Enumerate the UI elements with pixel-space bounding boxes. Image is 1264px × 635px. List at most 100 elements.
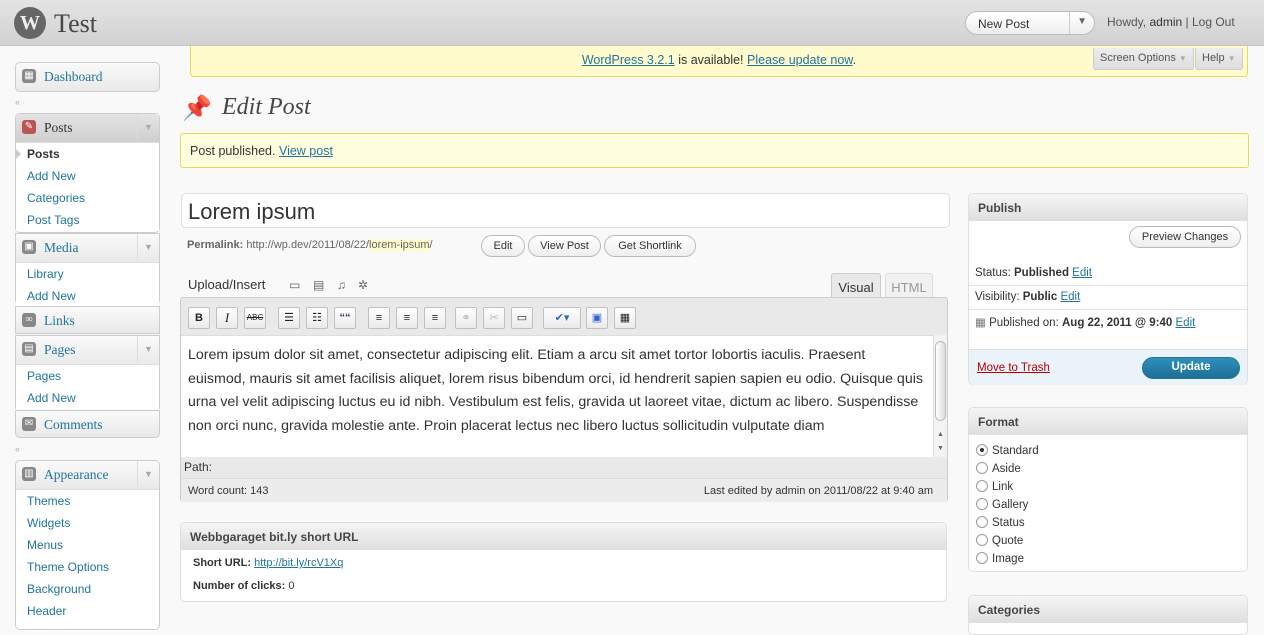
separator-arrow-icon[interactable]: « [15,444,20,454]
post-title-input[interactable]: Lorem ipsum [181,193,950,228]
format-option-standard[interactable]: Standard [976,444,1039,457]
insert-link-icon[interactable]: ⚭ [455,307,477,329]
help-button[interactable]: Help ▼ [1195,48,1243,70]
more-tag-icon[interactable]: ▭ [511,307,533,329]
editor-scrollbar[interactable]: ▲ ▼ [933,335,947,457]
wordpress-logo-icon[interactable]: W [14,7,46,39]
submenu-post-tags[interactable]: Post Tags [16,209,159,231]
chevron-down-icon[interactable]: ▼ [137,234,159,260]
screen-options-label[interactable]: Screen Options [1100,52,1176,64]
submenu-add-new-media[interactable]: Add New [16,285,159,307]
bullet-list-icon[interactable]: ☰ [278,307,300,329]
menu-media-label[interactable]: Media [44,240,79,255]
update-button[interactable]: Update [1142,357,1240,379]
radio-icon[interactable] [976,516,988,528]
bold-button[interactable]: B [188,307,210,329]
categories-box-title[interactable]: Categories [969,596,1247,623]
version-link[interactable]: WordPress 3.2.1 [582,53,675,67]
add-video-icon[interactable]: ▤ [313,278,327,292]
format-option-quote[interactable]: Quote [976,534,1023,547]
align-center-icon[interactable]: ≡ [396,307,418,329]
submenu-widgets[interactable]: Widgets [16,512,159,534]
chevron-down-icon[interactable]: ▼ [137,336,159,362]
chevron-down-icon[interactable]: ▼ [137,461,159,487]
scroll-up-icon[interactable]: ▲ [937,431,944,438]
get-shortlink-button[interactable]: Get Shortlink [604,235,696,257]
menu-dashboard-label[interactable]: Dashboard [44,69,102,84]
kitchen-sink-icon[interactable]: ▦ [614,307,636,329]
edit-date-link[interactable]: Edit [1176,317,1196,329]
submenu-library[interactable]: Library [16,263,159,285]
format-option-image[interactable]: Image [976,552,1024,565]
submenu-menus[interactable]: Menus [16,534,159,556]
view-post-link[interactable]: View post [279,144,333,158]
fullscreen-icon[interactable]: ▣ [586,307,608,329]
radio-icon[interactable] [976,552,988,564]
submenu-categories[interactable]: Categories [16,187,159,209]
submenu-add-new-post[interactable]: Add New [16,165,159,187]
strikethrough-button[interactable]: ABC [244,307,266,329]
format-option-status[interactable]: Status [976,516,1025,529]
menu-links-label[interactable]: Links [44,313,75,328]
align-left-icon[interactable]: ≡ [368,307,390,329]
submenu-themes[interactable]: Themes [16,490,159,512]
help-label[interactable]: Help [1202,52,1225,64]
format-option-gallery[interactable]: Gallery [976,498,1028,511]
align-right-icon[interactable]: ≡ [424,307,446,329]
move-to-trash-link[interactable]: Move to Trash [977,362,1050,374]
submenu-header[interactable]: Header [16,600,159,622]
tab-visual[interactable]: Visual [831,273,881,298]
tab-html[interactable]: HTML [885,273,933,298]
edit-permalink-button[interactable]: Edit [481,235,525,257]
site-title[interactable]: Test [54,9,97,39]
chevron-down-icon[interactable]: ▼ [137,114,159,140]
user-link[interactable]: admin [1149,15,1182,29]
separator-arrow-icon[interactable]: « [15,97,20,107]
add-media-icon[interactable]: ✲ [358,278,372,292]
short-url-link[interactable]: http://bit.ly/rcV1Xq [254,557,343,569]
menu-appearance-label[interactable]: Appearance [44,467,108,482]
scroll-down-icon[interactable]: ▼ [937,445,944,452]
radio-icon[interactable] [976,480,988,492]
add-image-icon[interactable]: ▭ [289,278,303,292]
edit-visibility-link[interactable]: Edit [1060,291,1080,303]
radio-icon[interactable] [976,498,988,510]
menu-posts-label[interactable]: Posts [44,120,73,135]
format-option-link[interactable]: Link [976,480,1013,493]
new-post-label[interactable]: New Post [978,17,1029,31]
menu-dashboard[interactable]: ▦ Dashboard [15,62,160,92]
update-now-link[interactable]: Please update now [747,53,853,67]
menu-links[interactable]: ∞ Links [15,306,160,334]
radio-checked-icon[interactable] [976,444,988,456]
scrollbar-thumb[interactable] [935,341,946,421]
chevron-down-icon[interactable]: ▼ [1077,16,1087,27]
permalink-slug[interactable]: lorem-ipsum [369,239,430,251]
menu-pages-label[interactable]: Pages [44,342,76,357]
submenu-posts[interactable]: Posts [16,143,159,165]
spellcheck-icon[interactable]: ✔▾ [543,307,581,329]
bitly-box-title[interactable]: Webbgaraget bit.ly short URL [181,523,946,550]
editor-content[interactable]: Lorem ipsum dolor sit amet, consectetur … [181,335,933,457]
format-box-title[interactable]: Format [969,408,1247,435]
publish-box-title[interactable]: Publish [969,194,1247,221]
submenu-pages[interactable]: Pages [16,365,159,387]
submenu-theme-options[interactable]: Theme Options [16,556,159,578]
italic-button[interactable]: I [216,307,238,329]
edit-status-link[interactable]: Edit [1072,267,1092,279]
menu-comments-label[interactable]: Comments [44,417,103,432]
new-post-dropdown[interactable]: New Post ▼ [965,11,1095,35]
submenu-background[interactable]: Background [16,578,159,600]
screen-options-button[interactable]: Screen Options ▼ [1093,48,1194,70]
unlink-icon[interactable]: ✂ [483,307,505,329]
menu-comments[interactable]: ✉ Comments [15,410,160,438]
radio-icon[interactable] [976,534,988,546]
numbered-list-icon[interactable]: ☷ [306,307,328,329]
add-audio-icon[interactable]: ♫ [337,278,351,292]
preview-changes-button[interactable]: Preview Changes [1129,226,1241,248]
radio-icon[interactable] [976,462,988,474]
submenu-add-new-page[interactable]: Add New [16,387,159,409]
format-option-aside[interactable]: Aside [976,462,1021,475]
logout-link[interactable]: Log Out [1192,15,1235,29]
blockquote-button[interactable]: ““ [334,307,356,329]
view-post-button[interactable]: View Post [528,235,601,257]
